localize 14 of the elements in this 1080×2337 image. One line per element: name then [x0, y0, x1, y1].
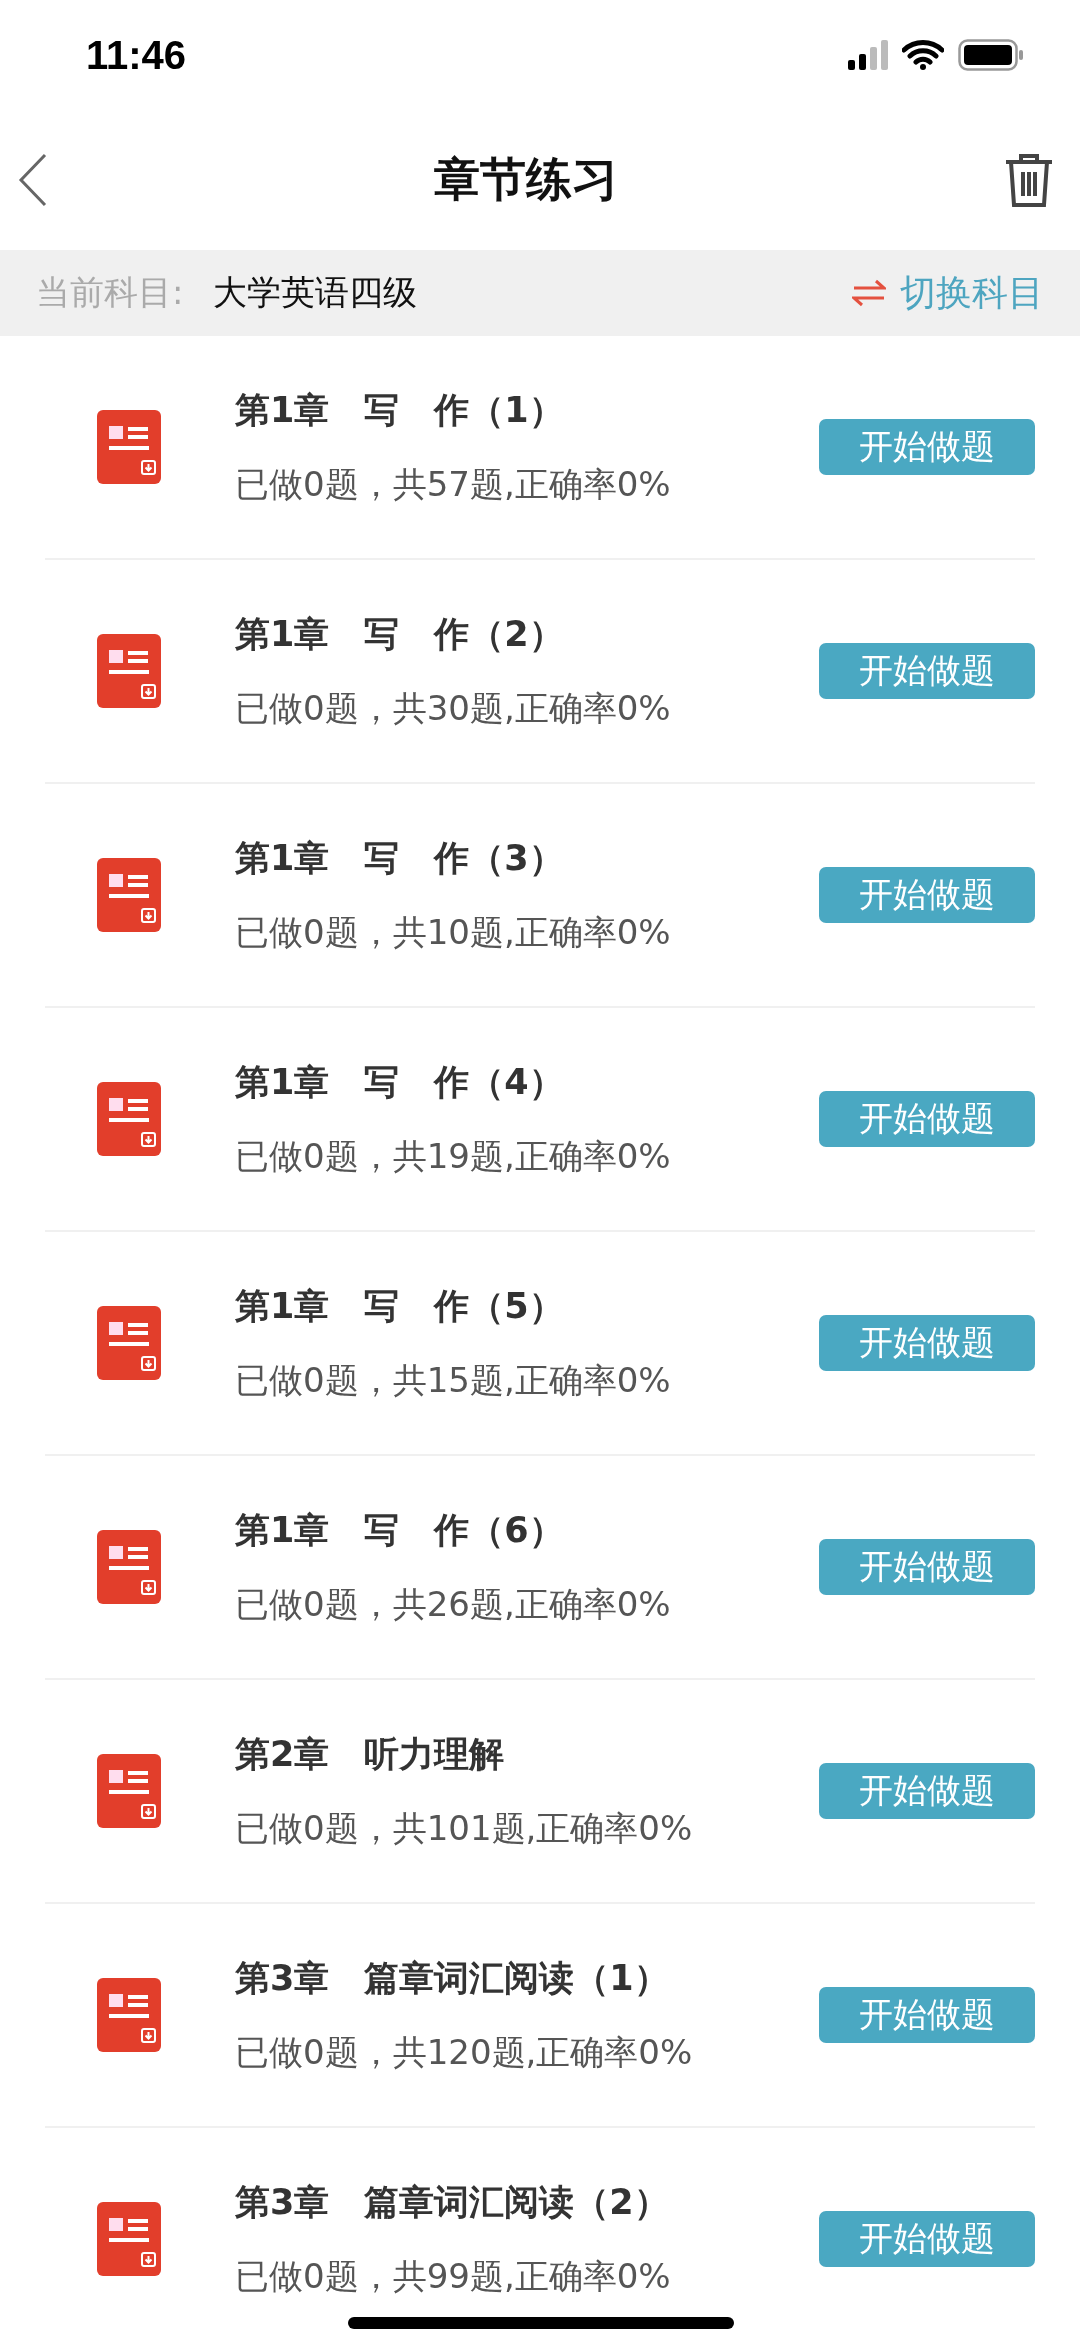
subject-value: 大学英语四级: [213, 271, 419, 314]
chapter-title: 第1章 写 作（6）: [235, 1508, 565, 1552]
chapter-title: 第3章 篇章词汇阅读（2）: [235, 2180, 670, 2224]
chapter-title: 第1章 写 作（3）: [235, 836, 565, 880]
page-title: 章节练习: [434, 151, 618, 208]
chapter-title: 第1章 写 作（1）: [235, 388, 565, 432]
chapter-title: 第1章 写 作（2）: [235, 612, 565, 656]
chapter-progress: 已做0题，共99题,正确率0%: [235, 2254, 672, 2298]
chapter-title: 第1章 写 作（4）: [235, 1060, 565, 1104]
status-time: 11:46: [86, 32, 187, 78]
chapter-title: 第3章 篇章词汇阅读（1）: [235, 1956, 670, 2000]
subject-label: 当前科目:: [36, 271, 184, 314]
chapter-title: 第2章 听力理解: [235, 1732, 506, 1776]
chapter-title: 第1章 写 作（5）: [235, 1284, 565, 1328]
